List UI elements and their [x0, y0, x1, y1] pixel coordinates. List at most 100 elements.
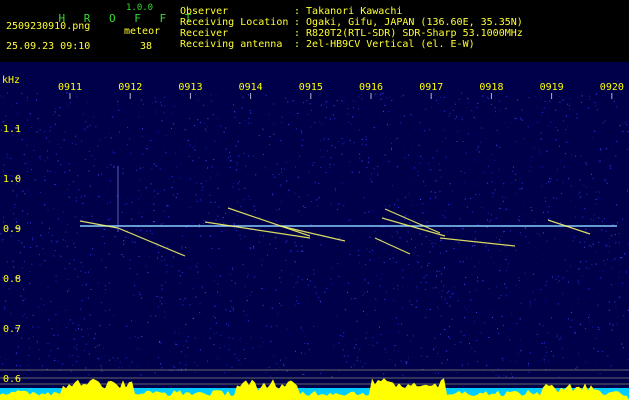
noise-dot: [592, 326, 594, 328]
noise-dot: [438, 372, 439, 374]
noise-dot: [559, 145, 561, 147]
noise-dot: [505, 375, 507, 377]
noise-dot: [159, 168, 161, 170]
noise-dot: [33, 150, 35, 152]
noise-dot: [47, 157, 49, 159]
noise-dot: [219, 294, 221, 296]
noise-dot: [556, 336, 558, 338]
noise-dot: [594, 203, 596, 205]
noise-dot: [272, 174, 274, 176]
noise-dot: [281, 270, 283, 272]
noise-dot: [465, 277, 467, 278]
noise-dot: [23, 154, 25, 156]
noise-dot: [468, 133, 469, 135]
noise-dot: [599, 148, 601, 150]
noise-dot: [261, 288, 263, 289]
noise-dot: [527, 126, 529, 128]
noise-dot: [271, 307, 273, 309]
noise-dot: [338, 370, 340, 372]
noise-dot: [548, 332, 550, 334]
noise-dot: [72, 355, 74, 357]
noise-dot: [121, 366, 123, 368]
noise-dot: [516, 99, 518, 101]
noise-dot: [397, 285, 399, 286]
noise-dot: [467, 97, 469, 99]
noise-dot: [239, 122, 241, 124]
noise-dot: [189, 206, 191, 208]
noise-dot: [177, 126, 179, 128]
noise-dot: [417, 156, 419, 158]
noise-dot: [75, 135, 77, 137]
noise-dot: [562, 182, 564, 184]
noise-dot: [510, 359, 512, 361]
noise-dot: [494, 189, 496, 191]
noise-dot: [389, 96, 391, 98]
noise-dot: [216, 315, 218, 317]
noise-dot: [475, 194, 477, 196]
noise-dot: [238, 359, 240, 361]
noise-dot: [409, 300, 411, 302]
noise-dot: [130, 312, 131, 314]
noise-dot: [407, 231, 409, 233]
noise-dot: [389, 118, 391, 120]
noise-dot: [406, 240, 408, 242]
noise-dot: [449, 296, 451, 298]
noise-dot: [338, 276, 340, 277]
noise-dot: [545, 284, 547, 286]
noise-dot: [461, 92, 462, 94]
noise-dot: [557, 276, 559, 277]
noise-dot: [154, 221, 156, 223]
noise-dot: [614, 258, 616, 260]
noise-dot: [426, 356, 428, 358]
noise-dot: [203, 219, 205, 221]
noise-dot: [507, 127, 509, 129]
noise-dot: [248, 196, 250, 197]
noise-dot: [302, 373, 304, 375]
noise-dot: [280, 185, 282, 187]
noise-dot: [500, 266, 502, 268]
noise-dot: [453, 286, 455, 288]
noise-dot: [556, 169, 558, 170]
noise-dot: [464, 317, 466, 319]
noise-dot: [197, 263, 199, 265]
noise-dot: [393, 287, 395, 289]
noise-dot: [265, 325, 267, 327]
noise-dot: [528, 363, 529, 365]
noise-dot: [251, 360, 253, 362]
noise-dot: [275, 237, 277, 239]
noise-dot: [150, 183, 152, 185]
time-tick-label: 0920: [600, 82, 624, 93]
noise-dot: [339, 237, 341, 239]
noise-dot: [138, 255, 140, 257]
noise-dot: [101, 370, 103, 372]
noise-dot: [584, 207, 586, 209]
noise-dot: [286, 370, 288, 372]
noise-dot: [345, 182, 347, 184]
noise-dot: [140, 281, 142, 283]
noise-dot: [523, 138, 525, 140]
noise-dot: [85, 284, 87, 286]
noise-dot: [194, 125, 196, 126]
noise-dot: [438, 292, 440, 294]
noise-dot: [393, 261, 395, 263]
noise-dot: [259, 345, 261, 347]
noise-dot: [384, 247, 386, 249]
noise-dot: [352, 107, 354, 109]
noise-dot: [240, 337, 242, 339]
noise-dot: [420, 162, 421, 164]
noise-dot: [296, 250, 298, 252]
noise-dot: [595, 105, 596, 107]
noise-dot: [472, 245, 474, 247]
noise-dot: [6, 156, 8, 158]
noise-dot: [608, 238, 610, 239]
noise-dot: [291, 209, 292, 211]
noise-dot: [498, 100, 500, 102]
noise-dot: [369, 344, 371, 346]
noise-dot: [571, 154, 573, 156]
noise-dot: [119, 229, 121, 231]
noise-dot: [374, 309, 376, 311]
noise-dot: [21, 92, 22, 94]
noise-dot: [231, 268, 233, 270]
noise-dot: [200, 183, 202, 185]
noise-dot: [24, 193, 26, 195]
